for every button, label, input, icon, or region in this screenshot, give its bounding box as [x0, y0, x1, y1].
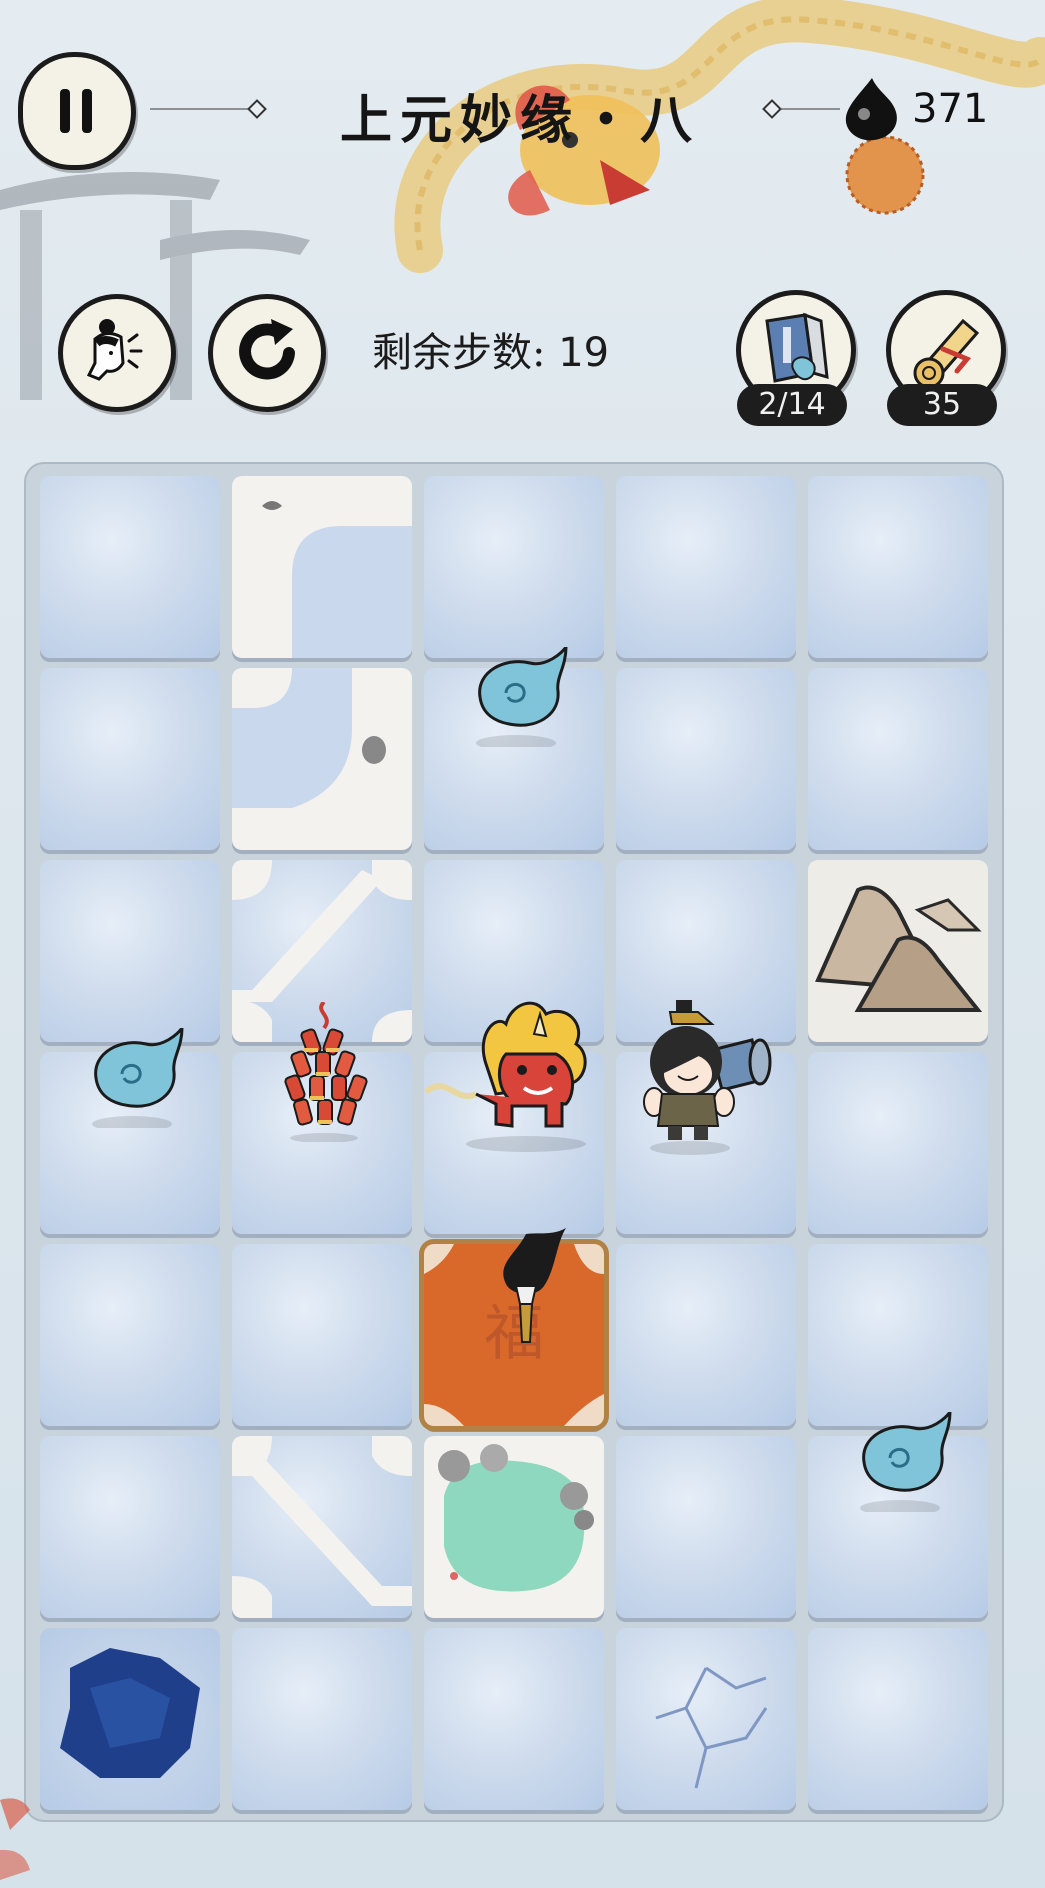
restart-button[interactable] [208, 294, 326, 412]
tile-path-curve[interactable] [232, 668, 412, 850]
pause-icon [60, 89, 92, 133]
tile-ice[interactable] [808, 476, 988, 658]
header-ornament-left [247, 99, 267, 119]
tile-ice[interactable] [616, 476, 796, 658]
tile-ice[interactable] [40, 1244, 220, 1426]
ink-counter: 371 [840, 78, 1040, 144]
tile-ice[interactable] [424, 1052, 604, 1234]
restart-icon [239, 319, 295, 380]
remaining-steps: 剩余步数: 19 [372, 320, 609, 378]
header-ornament-right [762, 99, 782, 119]
tile-path-diagonal[interactable] [232, 860, 412, 1042]
tile-ice[interactable] [40, 476, 220, 658]
game-board: 福 [24, 462, 1004, 1822]
tile-ice[interactable] [40, 668, 220, 850]
tile-ice[interactable] [40, 860, 220, 1042]
tile-ice[interactable] [424, 668, 604, 850]
ink-count-value: 371 [912, 86, 989, 132]
scroll-icon [913, 318, 980, 389]
steps-value: 19 [558, 330, 610, 376]
ink-drop-icon [845, 78, 897, 141]
book-icon [765, 312, 829, 383]
tile-path-diagonal[interactable] [232, 1436, 412, 1618]
tile-cracked-ice[interactable] [616, 1628, 796, 1810]
tile-path-curve[interactable] [232, 476, 412, 658]
book-progress: 2/14 [737, 384, 847, 426]
tile-ice[interactable] [616, 668, 796, 850]
tile-ice[interactable] [616, 1436, 796, 1618]
tile-ice[interactable] [616, 1052, 796, 1234]
pause-button[interactable] [18, 52, 136, 170]
tile-ice[interactable] [424, 476, 604, 658]
tile-ice[interactable] [616, 1244, 796, 1426]
corner-decoration [0, 1798, 30, 1880]
scroll-count: 35 [887, 384, 997, 426]
tile-fu-goal[interactable]: 福 [424, 1244, 604, 1426]
tile-mountain[interactable] [808, 860, 988, 1042]
tile-ice[interactable] [808, 668, 988, 850]
header-divider-left [150, 108, 250, 110]
tile-ice[interactable] [808, 1052, 988, 1234]
tile-ice[interactable] [808, 1628, 988, 1810]
header-divider-right [780, 108, 840, 110]
tile-ice[interactable] [616, 860, 796, 1042]
hint-button[interactable] [58, 294, 176, 412]
svg-text:福: 福 [484, 1299, 544, 1369]
tile-ice[interactable] [232, 1244, 412, 1426]
tile-ice[interactable] [808, 1436, 988, 1618]
tile-ice[interactable] [232, 1628, 412, 1810]
tile-ice-hole[interactable] [40, 1628, 220, 1810]
level-title: 上元妙缘・八 [339, 90, 700, 151]
tile-ice[interactable] [808, 1244, 988, 1426]
steps-label: 剩余步数: [372, 330, 546, 376]
tile-ice[interactable] [40, 1052, 220, 1234]
tile-ice[interactable] [424, 1628, 604, 1810]
tile-ice[interactable] [232, 1052, 412, 1234]
tile-ice[interactable] [424, 860, 604, 1042]
dragon-background [394, 0, 1045, 273]
hint-person-icon [86, 319, 143, 381]
tile-ice[interactable] [40, 1436, 220, 1618]
tile-pond[interactable] [424, 1436, 604, 1618]
